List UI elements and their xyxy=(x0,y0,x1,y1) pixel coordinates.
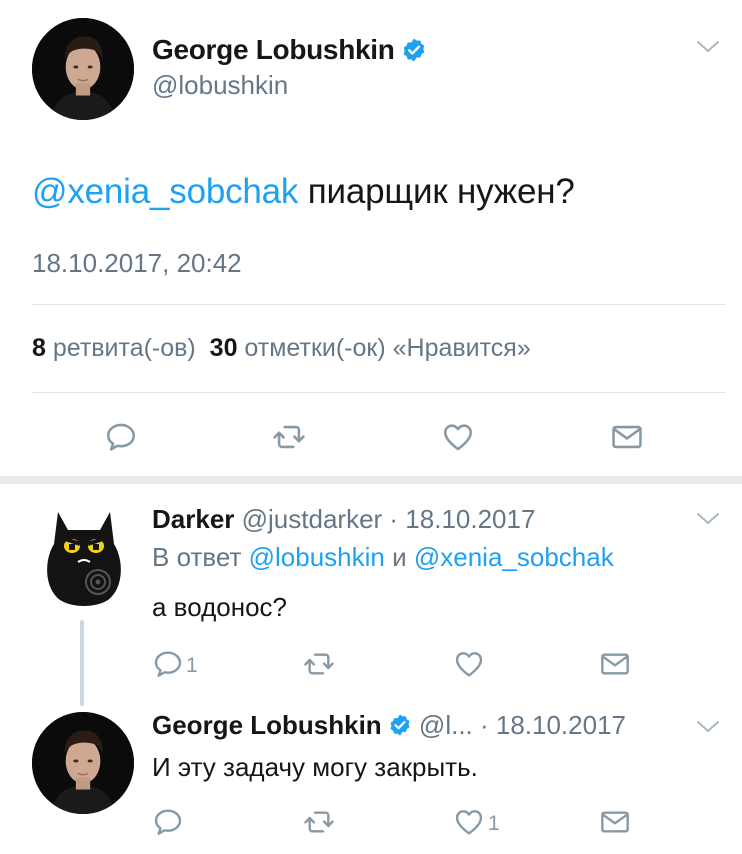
reply-icon xyxy=(104,420,138,454)
divider xyxy=(32,392,726,393)
direct-message-icon xyxy=(609,420,645,454)
like-button[interactable]: 1 xyxy=(452,806,500,838)
reply-header: George Lobushkin @l... · 18.10.2017 xyxy=(152,710,626,741)
tweet-stats: 8 ретвита(-ов) 30 отметки(-ок) «Нравится… xyxy=(32,334,531,363)
main-tweet: George Lobushkin @lobushkin @xenia_sobch… xyxy=(0,0,742,480)
retweet-icon xyxy=(302,648,336,680)
thread-connector xyxy=(80,620,84,706)
direct-message-button[interactable] xyxy=(609,420,645,454)
retweet-button[interactable] xyxy=(271,420,307,454)
retweet-button[interactable] xyxy=(302,648,338,680)
reply-count: 1 xyxy=(186,654,198,677)
mention-link[interactable]: @xenia_sobchak xyxy=(414,542,614,572)
tweet-timestamp[interactable]: 18.10.2017, 20:42 xyxy=(32,248,242,279)
retweet-icon xyxy=(271,420,307,454)
author-name-text[interactable]: George Lobushkin xyxy=(152,34,395,65)
divider xyxy=(32,304,726,305)
tweet-text: а водонос? xyxy=(152,592,288,622)
tweet-body: пиарщик нужен? xyxy=(298,172,575,211)
like-count: 1 xyxy=(488,812,500,835)
author-handle[interactable]: @lobushkin xyxy=(152,70,288,101)
like-button[interactable] xyxy=(452,648,488,680)
tweet-text: @xenia_sobchak пиарщик нужен? xyxy=(32,172,575,212)
author-name[interactable]: George Lobushkin xyxy=(152,710,382,740)
avatar[interactable] xyxy=(32,712,134,814)
tweet-text: И эту задачу могу закрыть. xyxy=(152,752,478,782)
like-icon xyxy=(452,806,486,838)
avatar[interactable] xyxy=(32,18,134,120)
cat-avatar-image xyxy=(47,512,121,606)
author-name[interactable]: Darker xyxy=(152,504,234,534)
likes-stat[interactable]: 30 отметки(-ок) «Нравится» xyxy=(210,334,531,362)
like-icon xyxy=(452,648,486,680)
likes-count: 30 xyxy=(209,334,238,362)
reply-to-conj: и xyxy=(384,542,414,572)
mention-link[interactable]: @lobushkin xyxy=(249,542,385,572)
reply-to-line: В ответ @lobushkin и @xenia_sobchak xyxy=(152,542,614,573)
author-handle[interactable]: @l... xyxy=(419,710,473,740)
like-icon xyxy=(440,420,476,454)
reply-to-prefix: В ответ xyxy=(152,542,249,572)
section-separator xyxy=(0,476,742,484)
mention-link[interactable]: @xenia_sobchak xyxy=(32,172,298,211)
direct-message-button[interactable] xyxy=(598,648,632,680)
like-button[interactable] xyxy=(440,420,476,454)
reply-button[interactable] xyxy=(104,420,138,454)
retweet-button[interactable] xyxy=(302,806,338,838)
retweets-label: ретвита(-ов) xyxy=(45,334,196,362)
direct-message-button[interactable] xyxy=(598,806,632,838)
reply-button[interactable] xyxy=(152,806,186,838)
retweets-stat[interactable]: 8 ретвита(-ов) xyxy=(32,334,196,362)
verified-badge-icon xyxy=(388,713,412,737)
direct-message-icon xyxy=(598,648,632,680)
author-handle[interactable]: @justdarker xyxy=(242,504,383,534)
tweet-date[interactable]: · 18.10.2017 xyxy=(382,504,535,534)
chevron-down-icon[interactable] xyxy=(696,720,720,734)
tweet-date[interactable]: · 18.10.2017 xyxy=(473,710,626,740)
reply-header: Darker @justdarker · 18.10.2017 xyxy=(152,504,535,535)
chevron-down-icon[interactable] xyxy=(696,512,720,526)
reply-icon xyxy=(152,648,184,680)
chevron-down-icon[interactable] xyxy=(696,40,720,54)
retweets-count: 8 xyxy=(32,334,46,362)
reply-button[interactable]: 1 xyxy=(152,648,198,680)
retweet-icon xyxy=(302,806,336,838)
author-name[interactable]: George Lobushkin xyxy=(152,34,427,66)
reply-icon xyxy=(152,806,184,838)
verified-badge-icon xyxy=(401,37,427,63)
direct-message-icon xyxy=(598,806,632,838)
likes-label: отметки(-ок) «Нравится» xyxy=(237,334,531,362)
avatar[interactable] xyxy=(38,500,130,608)
